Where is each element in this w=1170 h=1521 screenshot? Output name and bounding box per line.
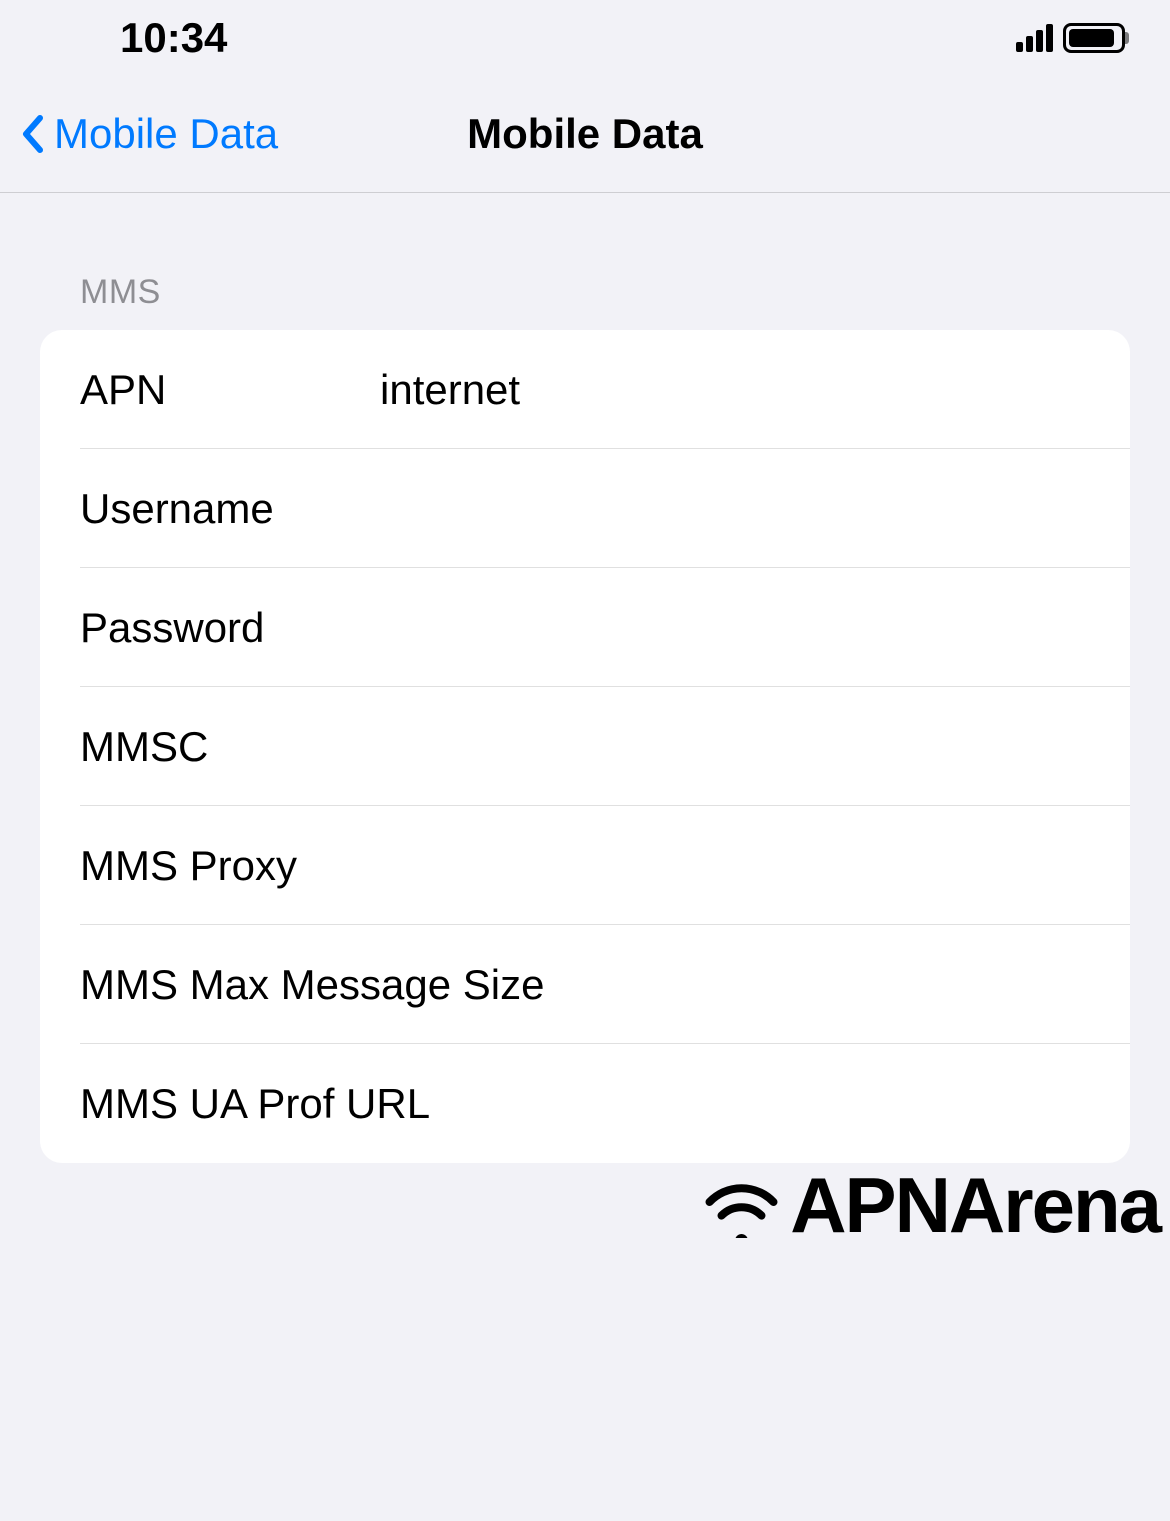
apn-input[interactable]	[380, 366, 1130, 414]
row-label-mmsc: MMSC	[80, 723, 380, 771]
section-header: MMS	[40, 273, 1130, 330]
password-input[interactable]	[380, 604, 1130, 652]
row-apn[interactable]: APN	[40, 330, 1130, 449]
settings-list: APN Username Password MMSC MMS Proxy MMS	[40, 330, 1130, 1163]
chevron-left-icon	[20, 114, 44, 154]
row-mmsc[interactable]: MMSC	[40, 687, 1130, 806]
row-mms-ua[interactable]: MMS UA Prof URL	[40, 1044, 1130, 1163]
row-username[interactable]: Username	[40, 449, 1130, 568]
status-bar: 10:34	[0, 0, 1170, 75]
battery-icon	[1063, 23, 1125, 53]
row-label-mms-ua: MMS UA Prof URL	[80, 1080, 430, 1128]
username-input[interactable]	[380, 485, 1130, 533]
mmsc-input[interactable]	[380, 723, 1130, 771]
cellular-signal-icon	[1016, 24, 1053, 52]
watermark-corner-text: APNArena	[790, 1160, 1160, 1251]
row-mms-max[interactable]: MMS Max Message Size	[40, 925, 1130, 1044]
back-button[interactable]: Mobile Data	[20, 110, 278, 158]
status-time: 10:34	[120, 14, 227, 62]
row-label-mms-max: MMS Max Message Size	[80, 961, 544, 1009]
back-label: Mobile Data	[54, 110, 278, 158]
mms-proxy-input[interactable]	[380, 842, 1130, 890]
row-label-username: Username	[80, 485, 380, 533]
mms-ua-input[interactable]	[430, 1080, 1130, 1128]
row-label-mms-proxy: MMS Proxy	[80, 842, 380, 890]
page-title: Mobile Data	[467, 110, 703, 158]
mms-max-input[interactable]	[544, 961, 1130, 1009]
status-indicators	[1016, 23, 1125, 53]
mms-section: MMS APN Username Password MMSC MMS Proxy	[40, 273, 1130, 1163]
watermark-corner: APNArena	[699, 1160, 1160, 1251]
row-label-apn: APN	[80, 366, 380, 414]
wifi-icon	[699, 1174, 784, 1238]
row-password[interactable]: Password	[40, 568, 1130, 687]
row-mms-proxy[interactable]: MMS Proxy	[40, 806, 1130, 925]
nav-bar: Mobile Data Mobile Data	[0, 75, 1170, 193]
row-label-password: Password	[80, 604, 380, 652]
